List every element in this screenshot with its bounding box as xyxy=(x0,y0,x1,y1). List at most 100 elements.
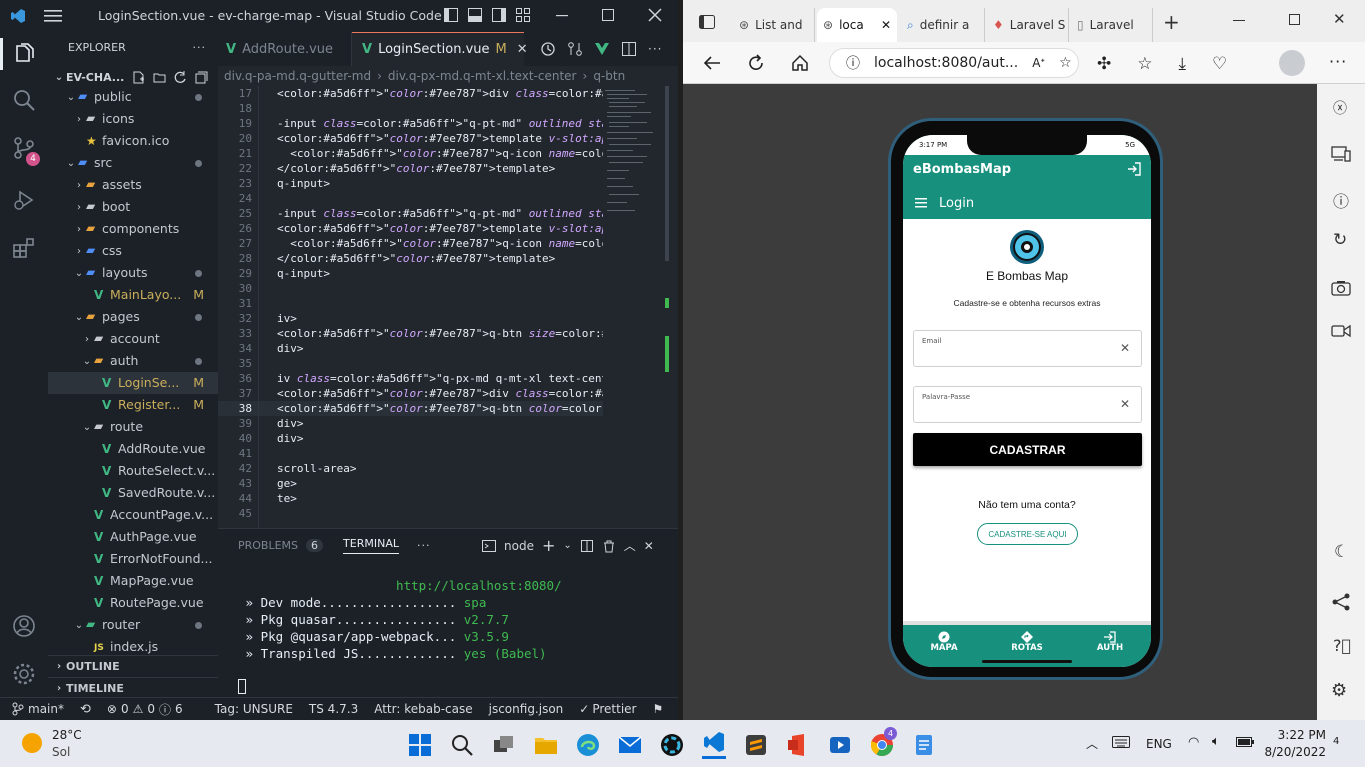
terminal-output[interactable]: http://localhost:8080/ » Dev mode.......… xyxy=(238,577,668,662)
tree-item[interactable]: ★ favicon.ico xyxy=(48,130,218,152)
toggle-panel-icon[interactable] xyxy=(468,8,482,22)
tree-item[interactable]: ⌄ ▰ route xyxy=(48,416,218,438)
dark-mode-moon-icon[interactable]: ☾ xyxy=(1334,542,1349,562)
trash-icon[interactable] xyxy=(602,539,616,553)
close-tab-icon[interactable]: ✕ xyxy=(517,42,528,57)
wifi-icon[interactable]: ◠ xyxy=(1188,735,1199,750)
code-editor[interactable]: 17 <color:#a5d6ff">"color:#7ee787">div cl… xyxy=(218,86,678,528)
hamburger-menu-icon[interactable] xyxy=(915,198,927,208)
new-tab-icon[interactable]: + xyxy=(1163,10,1180,34)
tree-item[interactable]: V MainLayo... M xyxy=(48,284,218,306)
office-icon[interactable] xyxy=(786,733,810,757)
edge-icon[interactable] xyxy=(576,733,600,757)
tree-item[interactable]: ⌄ ▰ src xyxy=(48,152,218,174)
task-view-icon[interactable] xyxy=(492,733,516,757)
minimize-icon[interactable] xyxy=(556,8,568,22)
status-tag[interactable]: Tag: UNSURE xyxy=(215,702,293,716)
tree-item[interactable]: V AuthPage.vue xyxy=(48,526,218,548)
submit-button[interactable]: CADASTRAR xyxy=(913,433,1142,466)
nav-item-mapa[interactable]: MAPA xyxy=(919,631,969,653)
nav-item-rotas[interactable]: ROTAS xyxy=(1002,631,1052,653)
minimize-icon[interactable] xyxy=(1233,20,1245,21)
browser-tab[interactable]: ▯ Laravel xyxy=(1071,8,1153,42)
branch-indicator[interactable]: main* xyxy=(12,702,64,716)
volume-icon[interactable]: 🔈︎ xyxy=(1212,734,1220,749)
logout-icon[interactable] xyxy=(1127,162,1141,176)
close-window-icon[interactable]: ✕ xyxy=(1333,10,1346,28)
notepad-icon[interactable] xyxy=(912,733,936,757)
split-terminal-icon[interactable] xyxy=(580,539,594,553)
browser-tab-active[interactable]: ⊛ loca ✕ xyxy=(817,8,897,42)
tree-item[interactable]: V Register... M xyxy=(48,394,218,416)
video-record-icon[interactable] xyxy=(1331,324,1351,338)
tree-item[interactable]: ⌄ ▰ layouts xyxy=(48,262,218,284)
toggle-secondary-icon[interactable] xyxy=(492,8,506,22)
feedback-icon[interactable]: ⚑ xyxy=(652,702,663,716)
sublime-text-icon[interactable] xyxy=(744,733,768,757)
password-field[interactable]: Palavra-Passe ✕ xyxy=(913,386,1142,423)
windows-start-icon[interactable] xyxy=(408,733,432,757)
url-field[interactable]: ⓘ localhost:8080/aut... Aᐩ ☆ xyxy=(829,48,1079,78)
tree-item[interactable]: V LoginSe... M xyxy=(48,372,218,394)
problems-indicator[interactable]: ⊗ 0 ⚠ 0 ⓘ 6 xyxy=(107,701,183,718)
breadcrumb-item[interactable]: q-btn xyxy=(593,69,625,83)
status-jsconfig[interactable]: jsconfig.json xyxy=(489,702,564,716)
maximize-icon[interactable] xyxy=(1289,14,1300,25)
account-icon[interactable] xyxy=(12,614,36,638)
close-emulation-icon[interactable]: ⓧ xyxy=(1333,98,1347,118)
tree-item[interactable]: ⌄ ▰ router xyxy=(48,614,218,636)
settings-gear-icon[interactable] xyxy=(12,662,36,686)
info-icon[interactable]: ⓘ xyxy=(1333,188,1349,212)
share-icon[interactable] xyxy=(1331,592,1351,612)
tree-item[interactable]: V RoutePage.vue xyxy=(48,592,218,614)
outline-section[interactable]: › OUTLINE xyxy=(48,655,218,677)
tree-item[interactable]: V MapPage.vue xyxy=(48,570,218,592)
rotate-icon[interactable]: ↻ xyxy=(1333,230,1347,250)
tree-item[interactable]: ⌄ ▰ pages xyxy=(48,306,218,328)
help-icon[interactable]: ?⃝ xyxy=(1333,636,1351,655)
customize-layout-icon[interactable] xyxy=(516,8,530,22)
nav-item-auth[interactable]: AUTH xyxy=(1085,631,1135,653)
tree-item[interactable]: › ▰ assets xyxy=(48,174,218,196)
chevron-up-icon[interactable]: ︿ xyxy=(1086,735,1098,752)
chrome-icon[interactable]: 4 xyxy=(870,726,897,757)
browser-tab[interactable]: ⌕ definir a xyxy=(901,8,985,42)
tab-addroute[interactable]: V AddRoute.vue xyxy=(218,32,352,66)
browser-essentials-icon[interactable]: ♡ xyxy=(1212,54,1227,74)
timeline-icon[interactable] xyxy=(540,41,556,57)
tree-item[interactable]: › ▰ boot xyxy=(48,196,218,218)
tree-item[interactable]: V ErrorNotFound... xyxy=(48,548,218,570)
close-tab-icon[interactable]: ✕ xyxy=(881,18,891,32)
file-explorer-icon[interactable] xyxy=(534,733,558,757)
clear-password-icon[interactable]: ✕ xyxy=(1120,397,1130,411)
vue-devtools-icon[interactable] xyxy=(594,41,610,57)
new-terminal-icon[interactable]: + xyxy=(542,537,555,553)
add-favorite-icon[interactable]: ☆ xyxy=(1059,55,1072,71)
shell-label[interactable]: node xyxy=(504,539,534,553)
settings-more-icon[interactable]: ··· xyxy=(1329,52,1347,71)
search-icon[interactable] xyxy=(12,88,36,112)
tab-actions-icon[interactable] xyxy=(699,14,715,30)
project-root-row[interactable]: ⌄ EV-CHA... xyxy=(48,66,218,88)
language-indicator[interactable]: ENG xyxy=(1146,737,1172,751)
keyboard-icon[interactable] xyxy=(1112,736,1130,748)
media-player-icon[interactable] xyxy=(828,733,852,757)
settings-gear-icon[interactable]: ⚙ xyxy=(1331,680,1347,701)
favorites-icon[interactable]: ☆ xyxy=(1137,54,1152,74)
battery-icon[interactable] xyxy=(1236,737,1254,747)
maximize-icon[interactable] xyxy=(602,8,614,22)
device-mode-icon[interactable] xyxy=(1331,146,1351,162)
download-icon[interactable]: ⤓ xyxy=(1179,54,1187,74)
maximize-panel-icon[interactable]: ︿ xyxy=(624,537,636,554)
breadcrumb-item[interactable]: div.q-px-md.q-mt-xl.text-center xyxy=(388,69,577,83)
explorer-icon[interactable] xyxy=(12,42,36,66)
tree-item[interactable]: ⌄ ▰ public xyxy=(48,86,218,108)
clear-email-icon[interactable]: ✕ xyxy=(1120,341,1130,355)
close-icon[interactable] xyxy=(648,8,662,22)
menu-icon[interactable] xyxy=(44,8,62,24)
read-aloud-icon[interactable]: Aᐩ xyxy=(1032,56,1045,70)
timeline-section[interactable]: › TIMELINE xyxy=(48,677,218,699)
tree-item[interactable]: › ▰ account xyxy=(48,328,218,350)
prettier-indicator[interactable]: ✓ Prettier xyxy=(579,702,636,716)
breadcrumb-item[interactable]: div.q-pa-md.q-gutter-md xyxy=(224,69,371,83)
